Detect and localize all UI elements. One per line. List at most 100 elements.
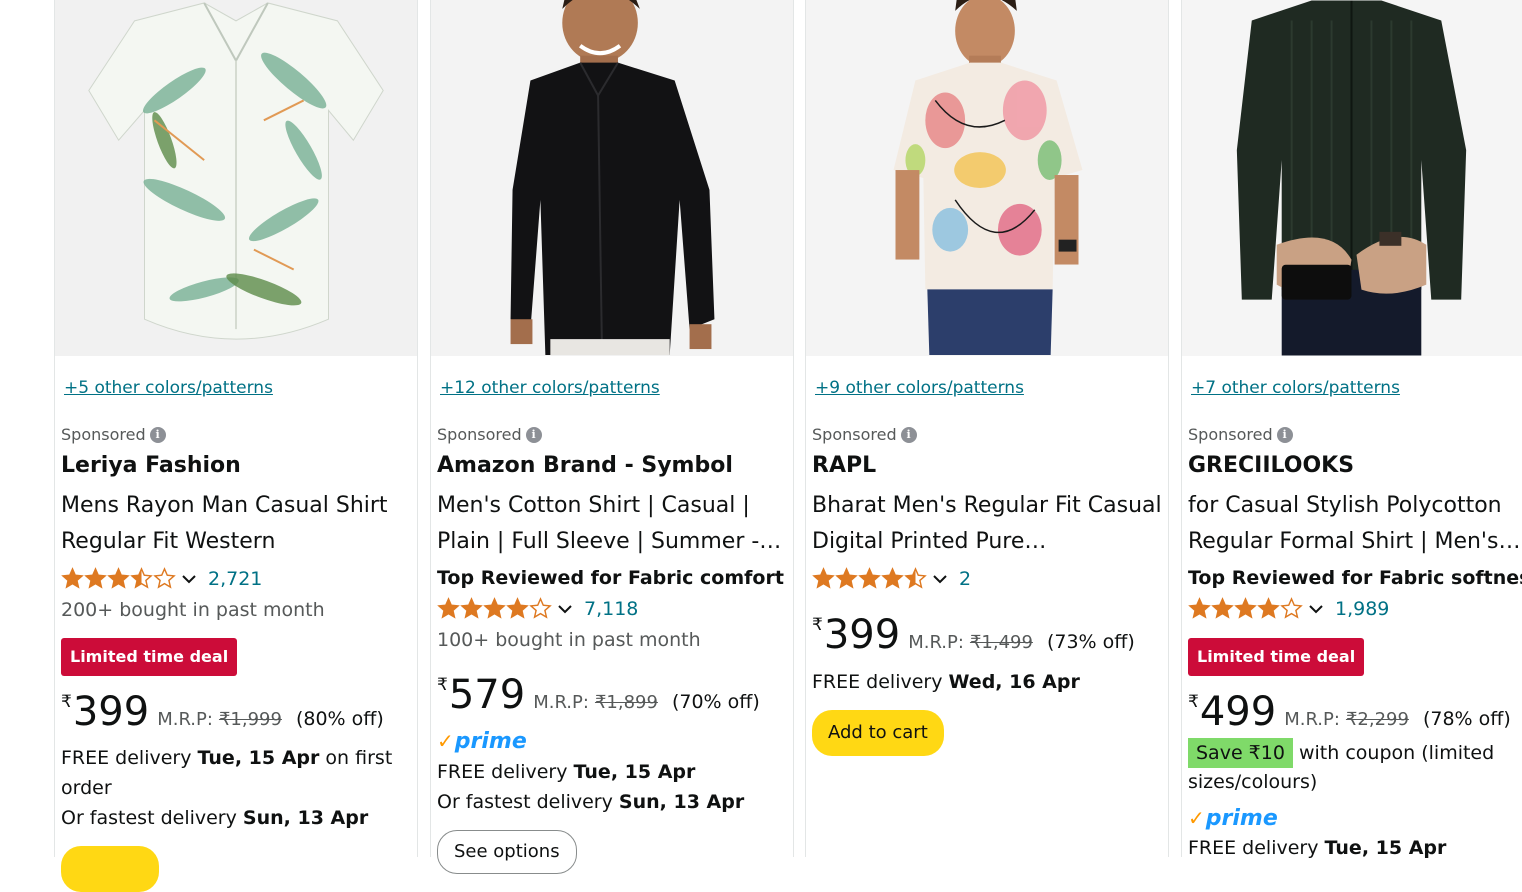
fastest-delivery: Or fastest delivery Sun, 13 Apr xyxy=(61,807,368,829)
star-full-icon xyxy=(1211,597,1234,619)
product-title[interactable]: for Casual Stylish Polycotton Regular Fo… xyxy=(1188,488,1522,560)
product-card[interactable]: +7 other colors/patterns Sponsored i GREC… xyxy=(1181,0,1522,859)
coupon-badge[interactable]: Save ₹10 xyxy=(1188,738,1293,768)
product-title[interactable]: Mens Rayon Man Casual Shirt Regular Fit … xyxy=(61,488,413,560)
mrp-value: ₹1,499 xyxy=(969,632,1033,653)
black-shirt-image xyxy=(510,0,715,356)
product-card[interactable]: +5 other colors/patterns Sponsored i Leri… xyxy=(54,0,418,892)
sponsored-label[interactable]: Sponsored i xyxy=(812,425,917,444)
rating-row[interactable]: 2,721 xyxy=(61,567,262,590)
discount: (70% off) xyxy=(671,691,760,713)
star-half-icon xyxy=(130,567,153,589)
fastest-prefix: Or fastest delivery xyxy=(437,791,619,813)
product-image[interactable] xyxy=(1182,0,1522,356)
rating-row[interactable]: 1,989 xyxy=(1188,597,1389,620)
deal-badge: Limited time deal xyxy=(61,638,238,676)
star-full-icon xyxy=(1188,597,1211,619)
info-icon[interactable]: i xyxy=(525,426,542,443)
price-row[interactable]: ₹ 499 M.R.P: ₹2,299 (78% off) xyxy=(1188,690,1511,734)
mrp-value: ₹2,299 xyxy=(1345,709,1409,730)
coupon-row[interactable]: Save ₹10 with coupon (limited xyxy=(1188,738,1494,768)
info-icon[interactable]: i xyxy=(149,426,166,443)
deal-badge: Limited time deal xyxy=(1188,638,1365,676)
prime-check-icon: ✓ xyxy=(1188,806,1205,830)
coupon-text-cont: sizes/colours) xyxy=(1188,771,1318,793)
delivery-prefix: FREE delivery xyxy=(1188,837,1325,859)
price[interactable]: 399 xyxy=(824,613,900,657)
product-title-line: Regular Fit Western xyxy=(61,529,276,554)
price-row[interactable]: ₹ 399 M.R.P: ₹1,999 (80% off) xyxy=(61,690,384,734)
info-icon[interactable]: i xyxy=(1276,426,1293,443)
chevron-down-icon[interactable] xyxy=(180,570,198,588)
mrp-label: M.R.P: xyxy=(157,709,213,730)
star-rating[interactable] xyxy=(437,597,552,620)
sponsored-label[interactable]: Sponsored i xyxy=(437,425,542,444)
delivery-info: FREE delivery Tue, 15 Apr on first xyxy=(61,747,392,769)
floral-shirt-image xyxy=(893,0,1083,356)
chevron-down-icon[interactable] xyxy=(931,570,949,588)
product-title-line: Bharat Men's Regular Fit Casual xyxy=(812,493,1162,518)
product-card[interactable]: +12 other colors/patterns Sponsored i Ama… xyxy=(430,0,794,874)
price-row[interactable]: ₹ 399 M.R.P: ₹1,499 (73% off) xyxy=(812,613,1135,657)
product-title-line: Regular Formal Shirt | Men's… xyxy=(1188,529,1521,554)
star-rating[interactable] xyxy=(61,567,176,590)
star-full-icon xyxy=(107,567,130,589)
delivery-info: FREE delivery Tue, 15 Apr xyxy=(1188,837,1446,859)
top-reviewed-badge: Top Reviewed for Fabric softness xyxy=(1188,567,1522,589)
other-colors-link[interactable]: +7 other colors/patterns xyxy=(1191,378,1400,398)
star-full-icon xyxy=(483,597,506,619)
product-brand[interactable]: Amazon Brand - Symbol xyxy=(437,453,733,478)
currency-symbol: ₹ xyxy=(1188,692,1199,712)
rating-count[interactable]: 2,721 xyxy=(208,568,262,590)
currency-symbol: ₹ xyxy=(61,692,72,712)
rating-row[interactable]: 2 xyxy=(812,567,971,590)
rating-count[interactable]: 7,118 xyxy=(584,598,638,620)
product-brand[interactable]: Leriya Fashion xyxy=(61,453,241,478)
star-full-icon xyxy=(812,567,835,589)
top-reviewed-badge: Top Reviewed for Fabric comfort xyxy=(437,567,784,589)
star-rating[interactable] xyxy=(812,567,927,590)
rating-row[interactable]: 7,118 xyxy=(437,597,638,620)
other-colors-link[interactable]: +12 other colors/patterns xyxy=(440,378,660,398)
product-title-line: Men's Cotton Shirt | Casual | xyxy=(437,493,750,518)
product-image[interactable] xyxy=(806,0,1168,356)
price[interactable]: 499 xyxy=(1200,690,1276,734)
sponsored-label[interactable]: Sponsored i xyxy=(1188,425,1293,444)
coupon-text: with coupon (limited xyxy=(1292,742,1495,764)
star-full-icon xyxy=(835,567,858,589)
rating-count[interactable]: 2 xyxy=(959,568,971,590)
product-title-line: Mens Rayon Man Casual Shirt xyxy=(61,493,388,518)
product-brand[interactable]: RAPL xyxy=(812,453,876,478)
product-image[interactable] xyxy=(431,0,793,356)
add-to-cart-button[interactable]: Add to cart xyxy=(812,710,944,756)
mrp-label: M.R.P: xyxy=(533,692,589,713)
chevron-down-icon[interactable] xyxy=(1307,600,1325,618)
info-icon[interactable]: i xyxy=(900,426,917,443)
delivery-suffix: on first xyxy=(319,747,393,769)
product-title-line: Digital Printed Pure… xyxy=(812,529,1047,554)
star-rating[interactable] xyxy=(1188,597,1303,620)
price[interactable]: 579 xyxy=(449,673,525,717)
price[interactable]: 399 xyxy=(73,690,149,734)
delivery-date: Tue, 15 Apr xyxy=(573,761,696,783)
see-options-button[interactable]: See options xyxy=(437,830,577,874)
product-title[interactable]: Men's Cotton Shirt | Casual | Plain | Fu… xyxy=(437,488,789,560)
product-brand[interactable]: GRECIILOOKS xyxy=(1188,453,1354,478)
other-colors-link[interactable]: +9 other colors/patterns xyxy=(815,378,1024,398)
sponsored-label[interactable]: Sponsored i xyxy=(61,425,166,444)
product-title-line: Plain | Full Sleeve | Summer -… xyxy=(437,529,782,554)
fastest-date: Sun, 13 Apr xyxy=(618,791,745,813)
product-image[interactable] xyxy=(55,0,417,356)
star-full-icon xyxy=(1257,597,1280,619)
product-card[interactable]: +9 other colors/patterns Sponsored i RAPL… xyxy=(805,0,1169,857)
add-to-cart-button[interactable] xyxy=(61,846,159,892)
star-full-icon xyxy=(1234,597,1257,619)
mrp-value: ₹1,999 xyxy=(218,709,282,730)
product-title[interactable]: Bharat Men's Regular Fit Casual Digital … xyxy=(812,488,1164,560)
rating-count[interactable]: 1,989 xyxy=(1335,598,1389,620)
price-row[interactable]: ₹ 579 M.R.P: ₹1,899 (70% off) xyxy=(437,673,760,717)
currency-symbol: ₹ xyxy=(437,675,448,695)
chevron-down-icon[interactable] xyxy=(556,600,574,618)
delivery-info: FREE delivery Tue, 15 Apr xyxy=(437,761,695,783)
other-colors-link[interactable]: +5 other colors/patterns xyxy=(64,378,273,398)
